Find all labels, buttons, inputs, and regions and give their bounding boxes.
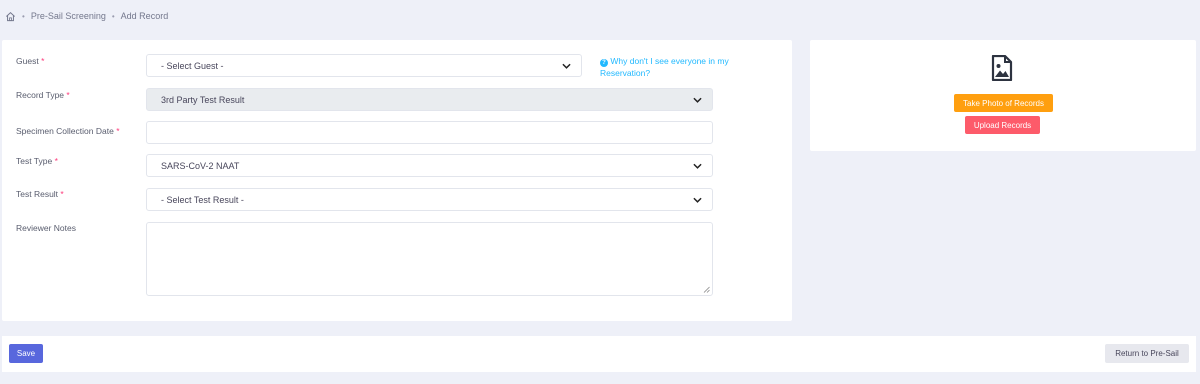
required-marker: * (66, 90, 70, 100)
test-type-select[interactable]: SARS-CoV-2 NAAT (146, 154, 713, 177)
required-marker: * (41, 56, 45, 66)
resize-handle-icon[interactable] (703, 286, 710, 293)
chevron-down-icon (693, 163, 702, 169)
chevron-down-icon (693, 97, 702, 103)
form-footer: Save Return to Pre-Sail (2, 336, 1196, 372)
record-form-card: Guest * - Select Guest - ? Why don't I s… (2, 40, 792, 321)
required-marker: * (60, 189, 64, 199)
breadcrumb-pre-sail-screening[interactable]: Pre-Sail Screening (31, 11, 106, 21)
chevron-down-icon (562, 63, 571, 69)
reviewer-notes-label: Reviewer Notes (16, 223, 76, 233)
upload-records-button[interactable]: Upload Records (965, 116, 1040, 134)
breadcrumb: • Pre-Sail Screening • Add Record (5, 9, 168, 23)
chevron-down-icon (693, 197, 702, 203)
record-type-label: Record Type * (16, 90, 70, 100)
take-photo-button[interactable]: Take Photo of Records (954, 94, 1053, 112)
breadcrumb-add-record: Add Record (120, 11, 169, 21)
required-marker: * (116, 126, 120, 136)
test-result-select[interactable]: - Select Test Result - (146, 188, 713, 211)
guest-select[interactable]: - Select Guest - (146, 54, 582, 77)
specimen-collection-date-input[interactable] (146, 121, 713, 144)
specimen-collection-date-label: Specimen Collection Date * (16, 126, 120, 136)
record-type-select[interactable]: 3rd Party Test Result (146, 88, 713, 111)
home-icon[interactable] (5, 11, 16, 22)
breadcrumb-separator: • (22, 11, 25, 21)
breadcrumb-separator: • (111, 11, 115, 21)
test-result-select-value: - Select Test Result - (161, 194, 244, 205)
image-file-icon (991, 55, 1013, 81)
required-marker: * (54, 156, 58, 166)
guest-select-value: - Select Guest - (161, 60, 224, 71)
record-type-select-value: 3rd Party Test Result (161, 94, 245, 105)
guest-label: Guest * (16, 56, 45, 66)
return-to-pre-sail-button[interactable]: Return to Pre-Sail (1105, 344, 1189, 363)
save-button[interactable]: Save (9, 344, 43, 363)
test-type-select-value: SARS-CoV-2 NAAT (161, 160, 240, 171)
question-circle-icon: ? (600, 59, 608, 67)
why-dont-i-see-everyone-link[interactable]: ? Why don't I see everyone in my Reserva… (600, 55, 750, 79)
records-upload-card: Take Photo of Records Upload Records (810, 40, 1196, 151)
reviewer-notes-textarea[interactable] (146, 222, 713, 296)
test-result-label: Test Result * (16, 189, 64, 199)
test-type-label: Test Type * (16, 156, 58, 166)
